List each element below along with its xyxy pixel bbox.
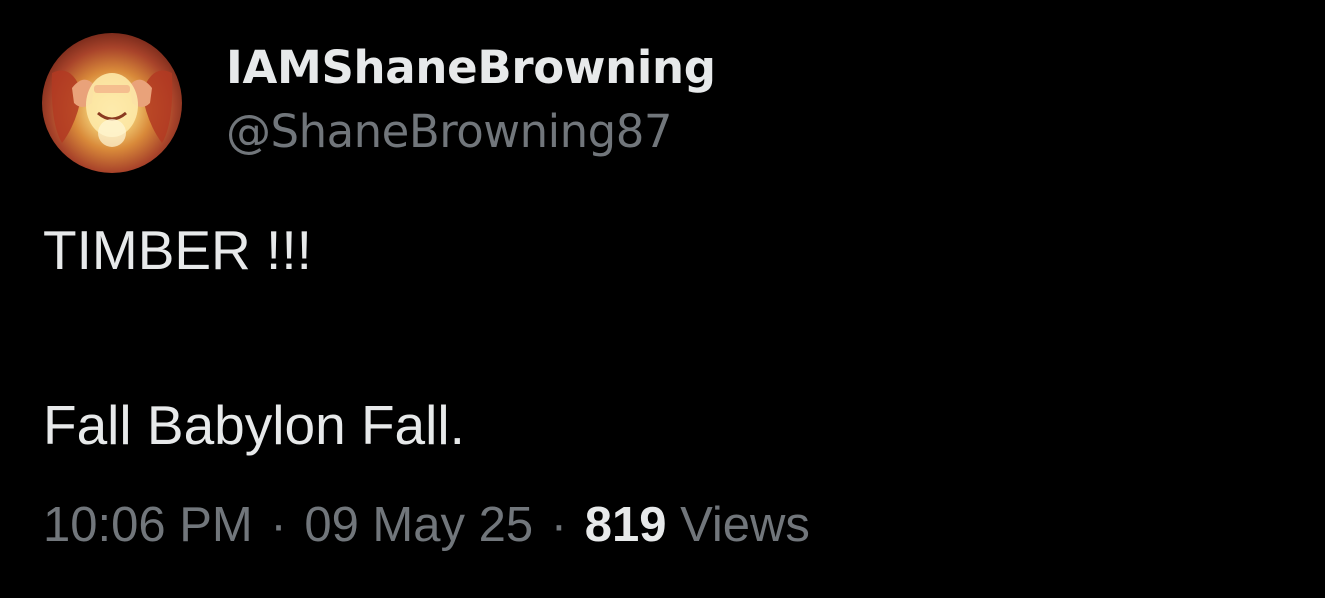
tweet-meta: 10:06 PM · 09 May 25 · 819 Views <box>43 490 810 560</box>
tweet-text-line-1: TIMBER !!! <box>43 219 312 281</box>
avatar-image-icon <box>51 70 173 147</box>
user-display-name[interactable]: IAMShaneBrowning <box>226 36 716 100</box>
user-avatar[interactable] <box>42 33 182 173</box>
tweet-text-line-2: Fall Babylon Fall. <box>43 394 465 456</box>
views-count[interactable]: 819 <box>585 498 667 552</box>
tweet-date[interactable]: 09 May 25 <box>304 498 533 552</box>
views-label[interactable]: Views <box>680 498 810 552</box>
meta-separator: · <box>270 498 287 552</box>
tweet-time[interactable]: 10:06 PM <box>43 498 253 552</box>
meta-separator: · <box>550 498 568 552</box>
user-handle[interactable]: @ShaneBrowning87 <box>226 100 672 164</box>
tweet: IAMShaneBrowning @ShaneBrowning87 TIMBER… <box>0 0 1325 598</box>
